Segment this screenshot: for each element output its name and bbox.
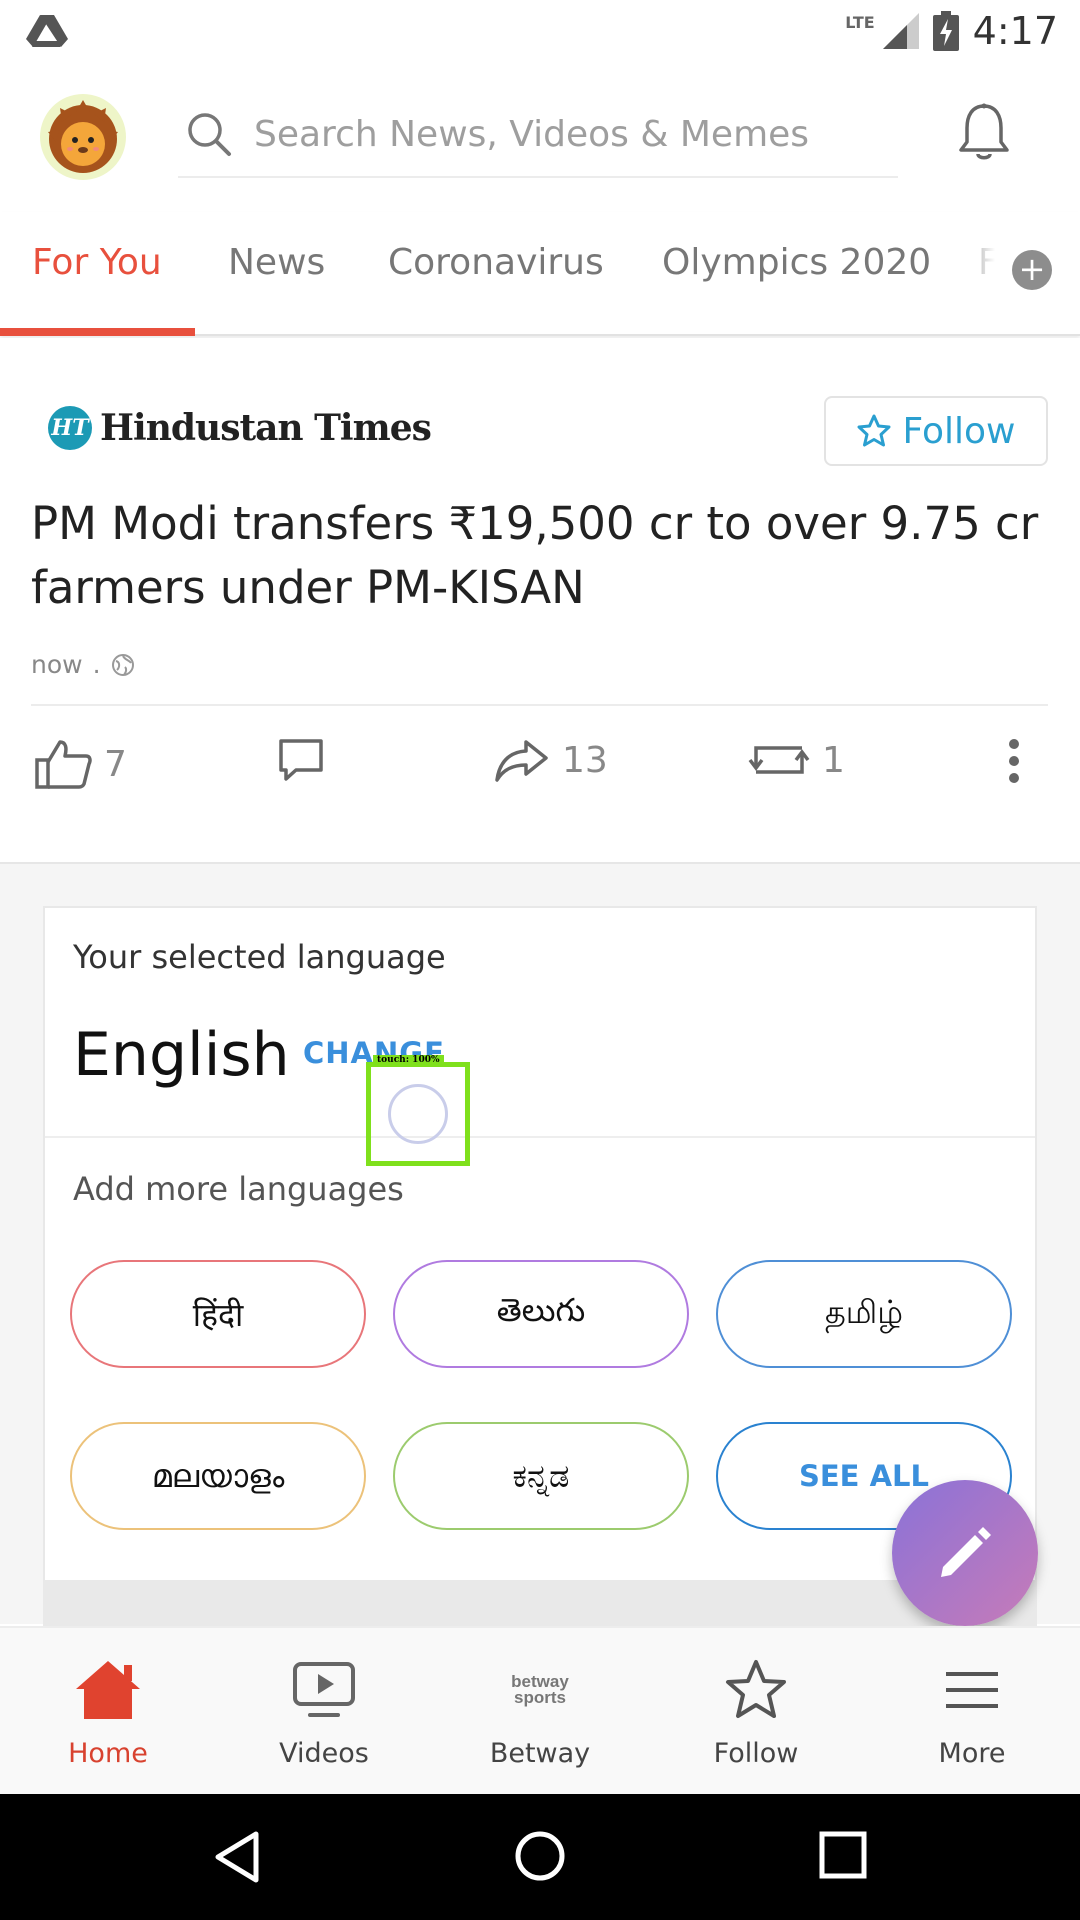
article-headline[interactable]: PM Modi transfers ₹19,500 cr to over 9.7…	[31, 492, 1051, 620]
nav-follow[interactable]: Follow	[648, 1628, 864, 1796]
pencil-icon	[941, 1527, 991, 1577]
share-button[interactable]: 13	[494, 738, 608, 782]
comment-icon	[279, 739, 323, 781]
search-bar[interactable]	[178, 92, 898, 178]
signal-icon	[882, 13, 919, 49]
nav-more[interactable]: More	[864, 1628, 1080, 1796]
star-icon	[726, 1660, 786, 1718]
meta-separator: .	[92, 650, 101, 679]
news-card[interactable]: HT Hindustan Times Follow PM Modi transf…	[0, 338, 1080, 862]
star-outline-icon	[857, 414, 891, 447]
like-count: 7	[104, 743, 127, 785]
status-bar: LTE 4:17	[0, 0, 1080, 62]
article-meta: now .	[31, 650, 135, 679]
language-pill-hindi[interactable]: हिंदी	[70, 1260, 366, 1368]
betway-logo: betway sports	[511, 1673, 569, 1707]
active-tab-indicator	[0, 328, 195, 336]
status-indicators: LTE 4:17	[845, 9, 1058, 53]
publisher-logo[interactable]: HT Hindustan Times	[48, 406, 432, 450]
kebab-menu-icon	[1009, 739, 1019, 783]
repost-icon	[748, 746, 810, 774]
language-pill-kannada[interactable]: ಕನ್ನಡ	[393, 1422, 689, 1530]
language-pill-malayalam[interactable]: മലയാളം	[70, 1422, 366, 1530]
nav-betway[interactable]: betway sports Betway	[432, 1628, 648, 1796]
card-footer-strip	[43, 1580, 1037, 1626]
repost-count: 1	[822, 739, 845, 781]
nav-videos-label: Videos	[279, 1738, 369, 1769]
follow-publisher-button[interactable]: Follow	[824, 396, 1048, 466]
betway-logo-line2: sports	[514, 1688, 566, 1707]
card-divider	[45, 1136, 1035, 1138]
nav-home-label: Home	[68, 1738, 148, 1769]
battery-icon	[932, 11, 959, 51]
publisher-badge: HT	[48, 406, 92, 450]
selected-language-value: English	[73, 1020, 290, 1090]
language-pill-telugu[interactable]: తెలుగు	[393, 1260, 689, 1368]
menu-icon	[946, 1672, 998, 1708]
share-icon	[495, 740, 548, 782]
home-icon	[76, 1661, 140, 1719]
home-circle-icon[interactable]	[514, 1830, 566, 1882]
article-time: now	[31, 650, 83, 679]
repost-button[interactable]: 1	[748, 738, 845, 782]
drive-icon	[26, 15, 68, 47]
clock: 4:17	[972, 9, 1058, 53]
language-card: Your selected language English CHANGE Ad…	[43, 906, 1037, 1582]
search-input[interactable]	[254, 113, 874, 155]
selected-language-label: Your selected language	[73, 938, 446, 976]
tab-for-you[interactable]: For You	[32, 242, 162, 283]
avatar[interactable]	[40, 94, 126, 180]
video-icon	[293, 1662, 355, 1717]
nav-more-label: More	[938, 1738, 1006, 1769]
recents-icon[interactable]	[818, 1830, 868, 1880]
network-type: LTE	[845, 12, 875, 32]
add-tab-button[interactable]: +	[1012, 250, 1052, 290]
divider	[31, 704, 1048, 706]
nav-follow-label: Follow	[713, 1738, 799, 1769]
publisher-name: Hindustan Times	[100, 407, 432, 449]
share-count: 13	[562, 739, 608, 781]
system-navigation-bar	[0, 1794, 1080, 1920]
tab-news[interactable]: News	[228, 242, 325, 283]
language-pill-tamil[interactable]: தமிழ்	[716, 1260, 1012, 1368]
touch-point	[388, 1084, 448, 1144]
tab-coronavirus[interactable]: Coronavirus	[388, 242, 604, 283]
nav-home[interactable]: Home	[0, 1628, 216, 1796]
nav-betway-label: Betway	[489, 1738, 591, 1769]
app-header	[0, 62, 1080, 212]
tab-fade	[955, 232, 1005, 312]
like-button[interactable]: 7	[34, 738, 127, 790]
tab-olympics-2020[interactable]: Olympics 2020	[662, 242, 931, 283]
notification-bell-icon[interactable]	[958, 102, 1010, 162]
add-languages-label: Add more languages	[73, 1170, 404, 1208]
bottom-navigation: Home Videos betway sports Betway Follow	[0, 1626, 1080, 1794]
touch-indicator: touch: 100%	[366, 1055, 470, 1166]
globe-icon	[111, 653, 134, 676]
comment-button[interactable]	[278, 738, 324, 782]
follow-label: Follow	[902, 410, 1016, 452]
lion-avatar-icon	[48, 100, 118, 173]
article-actions: 7 13 1	[0, 718, 1080, 818]
back-icon[interactable]	[212, 1830, 262, 1884]
more-options-button[interactable]	[1006, 738, 1022, 784]
compose-fab-button[interactable]	[892, 1480, 1038, 1626]
thumbs-up-icon	[35, 740, 92, 789]
nav-videos[interactable]: Videos	[216, 1628, 432, 1796]
search-icon	[188, 113, 231, 156]
category-tabs: For You News Coronavirus Olympics 2020 F…	[0, 212, 1080, 336]
touch-indicator-label: touch: 100%	[373, 1055, 444, 1065]
